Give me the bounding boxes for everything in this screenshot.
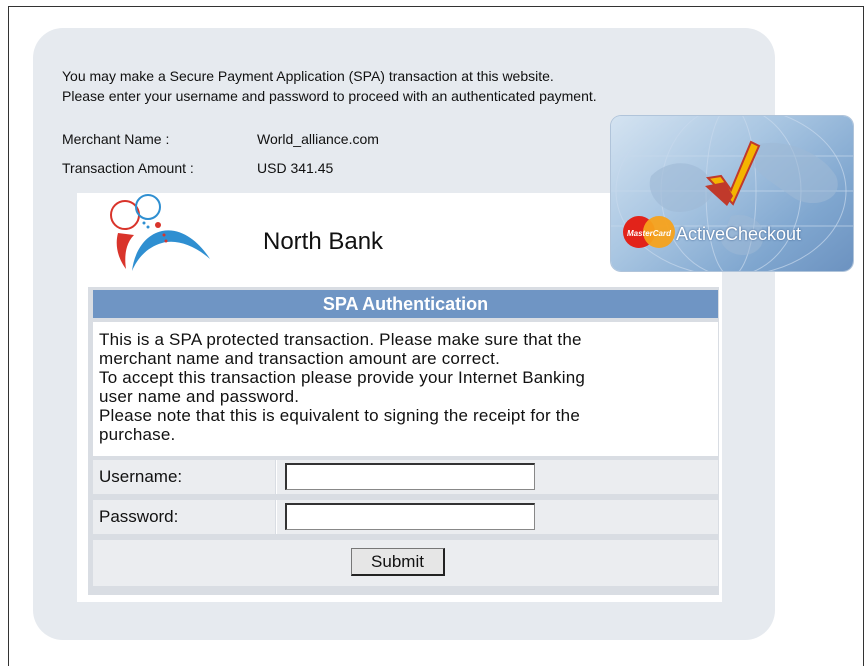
password-input[interactable] bbox=[285, 503, 535, 530]
notice-line: merchant name and transaction amount are… bbox=[99, 349, 500, 368]
notice-line: user name and password. bbox=[99, 387, 300, 406]
notice-line: To accept this transaction please provid… bbox=[99, 368, 586, 387]
submit-button[interactable]: Submit bbox=[351, 548, 445, 576]
notice-line: This is a SPA protected transaction. Ple… bbox=[99, 330, 582, 349]
password-label: Password: bbox=[93, 500, 276, 534]
merchant-name-row: Merchant Name : World_alliance.com bbox=[62, 131, 379, 147]
mastercard-logo-icon: MasterCard bbox=[623, 216, 675, 248]
intro-line-1: You may make a Secure Payment Applicatio… bbox=[62, 68, 554, 84]
notice-line: Please note that this is equivalent to s… bbox=[99, 406, 580, 425]
merchant-name-value: World_alliance.com bbox=[257, 131, 379, 147]
transaction-amount-row: Transaction Amount : USD 341.45 bbox=[62, 160, 333, 176]
submit-row: Submit bbox=[93, 540, 718, 586]
spa-auth-title: SPA Authentication bbox=[93, 290, 718, 318]
transaction-amount-label: Transaction Amount : bbox=[62, 160, 194, 176]
username-row: Username: bbox=[93, 460, 718, 494]
bank-logo-icon bbox=[110, 194, 210, 271]
transaction-amount-value: USD 341.45 bbox=[257, 160, 334, 176]
notice-line: purchase. bbox=[99, 425, 176, 444]
intro-line-2: Please enter your username and password … bbox=[62, 88, 597, 104]
merchant-name-label: Merchant Name : bbox=[62, 131, 170, 147]
password-cell bbox=[277, 500, 718, 534]
auth-notice: This is a SPA protected transaction. Ple… bbox=[93, 322, 718, 456]
username-input[interactable] bbox=[285, 463, 535, 490]
checkmark-icon bbox=[705, 140, 761, 206]
password-row: Password: bbox=[93, 500, 718, 534]
intro-text: You may make a Secure Payment Applicatio… bbox=[62, 66, 597, 106]
mastercard-brand-text: MasterCard bbox=[627, 229, 672, 238]
username-cell bbox=[277, 460, 718, 494]
bank-name: North Bank bbox=[263, 228, 384, 255]
username-label: Username: bbox=[93, 460, 276, 494]
activecheckout-label: ActiveCheckout bbox=[676, 224, 802, 244]
mastercard-activecheckout-badge: MasterCard bbox=[611, 116, 853, 271]
